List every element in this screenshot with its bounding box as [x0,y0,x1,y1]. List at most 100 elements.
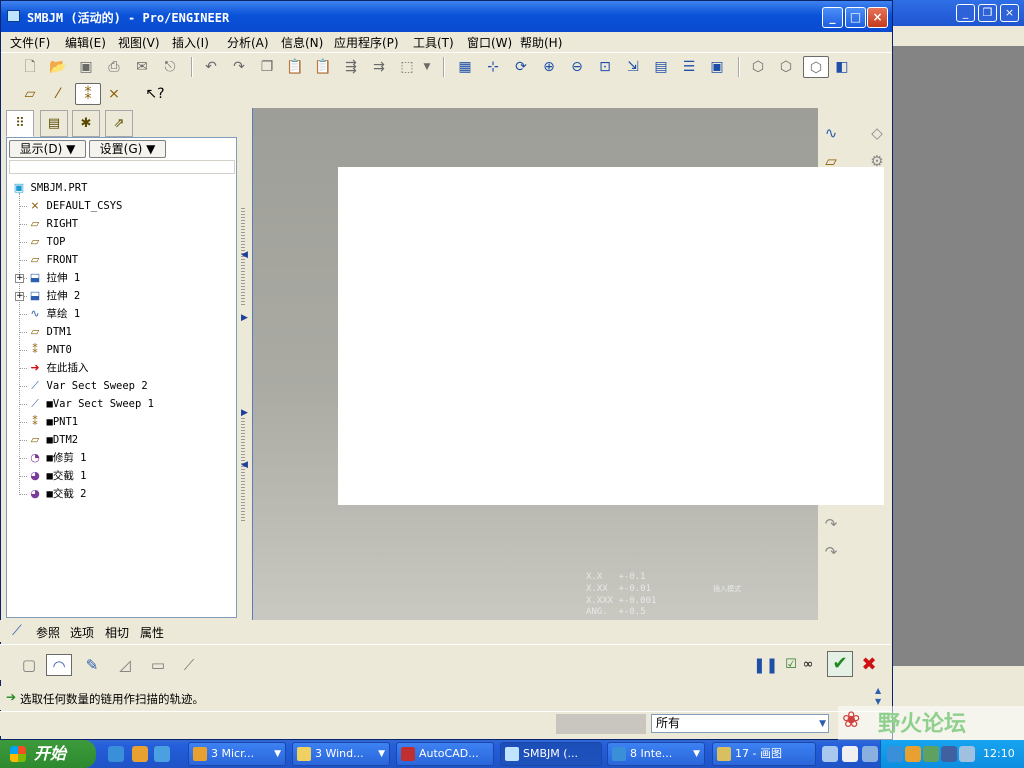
saved-views-icon[interactable]: ▤ [650,56,672,78]
scroll-up-icon[interactable]: ▲ [875,686,881,695]
send-link-icon[interactable]: ⎋ [159,56,181,78]
ie-icon[interactable] [108,746,124,762]
menu-applications[interactable]: 应用程序(P) [334,34,399,51]
datum-plane-display-icon[interactable]: ▱ [19,83,41,105]
background-close-button[interactable]: × [1000,4,1019,22]
quicklaunch-icon[interactable] [132,746,148,762]
maximize-button[interactable]: □ [845,7,866,28]
reorient-icon[interactable]: ⇲ [622,56,644,78]
copy-feature-icon[interactable]: ◇ [866,122,888,144]
view-manager-icon[interactable]: ▣ [706,56,728,78]
zoom-in-icon[interactable]: ⊕ [538,56,560,78]
confirm-check-icon[interactable]: ✔ [827,651,853,677]
tree-item[interactable]: ⬓ 拉伸 1 [27,269,80,287]
spin-center-icon[interactable]: ⊹ [482,56,504,78]
menu-help[interactable]: 帮助(H) [520,34,562,51]
scroll-down-icon[interactable]: ▼ [875,697,881,706]
background-minimize-button[interactable]: _ [956,4,975,22]
menu-window[interactable]: 窗口(W) [467,34,512,51]
tab-properties[interactable]: 属性 [140,624,164,641]
start-button[interactable]: 开始 [0,740,96,768]
task-smbjm[interactable]: SMBJM (... [500,742,602,766]
chamfer-tool-icon[interactable]: ↷ [820,541,842,563]
collapse-left-icon[interactable]: ◀ [241,460,248,470]
task-windows[interactable]: 3 Wind... ▼ [292,742,390,766]
tree-item[interactable]: ∿ 草绘 1 [27,305,80,323]
solid-icon[interactable]: ▢ [18,654,40,676]
tree-item[interactable]: ⁑ PNT0 [27,341,72,359]
tray-icon[interactable] [923,746,939,762]
undo-icon[interactable]: ↶ [200,56,222,78]
expand-right-icon[interactable]: ▶ [241,408,248,418]
sketch-tool-icon[interactable]: ∿ [820,122,842,144]
copy-icon[interactable]: ❐ [256,56,278,78]
tree-item[interactable]: ⟋ Var Sect Sweep 2 [27,377,148,395]
menu-info[interactable]: 信息(N) [281,34,323,51]
context-help-icon[interactable]: ↖? [144,83,166,105]
save-icon[interactable]: ▣ [75,56,97,78]
expand-plus-icon[interactable]: + [15,292,24,301]
layers-tab[interactable]: ▤ [40,110,68,137]
task-internet-explorer[interactable]: 8 Inte... ▼ [607,742,705,766]
new-file-icon[interactable]: 🗋 [19,56,41,78]
model-tree-tab[interactable]: ⠿ [6,110,34,137]
tree-item[interactable]: ▱ RIGHT [27,215,78,233]
round-tool-icon[interactable]: ↷ [820,513,842,535]
menu-tools[interactable]: 工具(T) [413,34,454,51]
orient-mode-icon[interactable]: ⟳ [510,56,532,78]
remove-material-icon[interactable]: ◿ [114,654,136,676]
minimize-button[interactable]: _ [822,7,843,28]
tree-item[interactable]: ⁑ ■PNT1 [27,413,78,431]
blend-icon[interactable]: ⟋ [178,654,200,676]
quicklaunch-icon[interactable] [822,746,838,762]
tree-item[interactable]: ◔ ■修剪 1 [27,449,86,467]
selection-filter-select[interactable]: 所有 ▼ [651,714,829,733]
refit-icon[interactable]: ⊡ [594,56,616,78]
print-icon[interactable]: ⎙ [103,56,125,78]
menu-edit[interactable]: 编辑(E) [65,34,106,51]
no-hidden-icon[interactable]: ⬡ [803,56,829,78]
thicken-icon[interactable]: ▭ [147,654,169,676]
tray-icon[interactable] [941,746,957,762]
chevron-down-icon[interactable]: ▼ [819,716,826,733]
tray-icon[interactable] [905,746,921,762]
glasses-icon[interactable]: ∞ [797,654,819,676]
help-icon[interactable] [842,746,858,762]
zoom-out-icon[interactable]: ⊖ [566,56,588,78]
network-icon[interactable] [959,746,975,762]
regen-manager-icon[interactable]: ⇉ [368,56,390,78]
chevron-down-icon[interactable]: ▼ [420,56,434,78]
paste-icon[interactable]: 📋 [284,56,306,78]
tab-tangency[interactable]: 相切 [105,624,129,641]
tab-references[interactable]: 参照 [36,624,60,641]
show-dropdown[interactable]: 显示(D) ▼ [9,140,86,158]
tree-item[interactable]: ⬓ 拉伸 2 [27,287,80,305]
title-bar[interactable]: SMBJM (活动的) - Pro/ENGINEER _ □ × [1,1,892,32]
csys-display-icon[interactable]: ⨯ [103,83,125,105]
paste-special-icon[interactable]: 📋 [312,56,334,78]
tray-icon[interactable] [887,746,903,762]
wireframe-icon[interactable]: ⬡ [747,56,769,78]
task-microsoft[interactable]: 3 Micr... ▼ [188,742,286,766]
repaint-icon[interactable]: ▦ [454,56,476,78]
panel-splitter[interactable]: ◀ ▶ ▶ ◀ [238,108,252,621]
tree-item[interactable]: ⟋ ■Var Sect Sweep 1 [27,395,154,413]
settings-dropdown[interactable]: 设置(G) ▼ [89,140,166,158]
tree-item[interactable]: ◕ ■交截 2 [27,485,86,503]
expand-plus-icon[interactable]: + [15,274,24,283]
send-mail-icon[interactable]: ✉ [131,56,153,78]
redo-icon[interactable]: ↷ [228,56,250,78]
menu-analysis[interactable]: 分析(A) [227,34,269,51]
menu-insert[interactable]: 插入(I) [172,34,209,51]
tree-item[interactable]: ▱ ■DTM2 [27,431,78,449]
tree-item[interactable]: ▣ SMBJM.PRT [11,179,88,197]
task-autocad[interactable]: AutoCAD... [396,742,494,766]
task-paint[interactable]: 17 - 画图 [712,742,816,766]
menu-file[interactable]: 文件(F) [10,34,50,51]
open-file-icon[interactable]: 📂 [47,56,69,78]
cancel-x-icon[interactable]: ✖ [858,654,880,676]
tree-item[interactable]: ▱ FRONT [27,251,78,269]
tab-options[interactable]: 选项 [70,624,94,641]
tree-item[interactable]: ▱ DTM1 [27,323,72,341]
datum-point-display-icon[interactable]: ⁑ [75,83,101,105]
